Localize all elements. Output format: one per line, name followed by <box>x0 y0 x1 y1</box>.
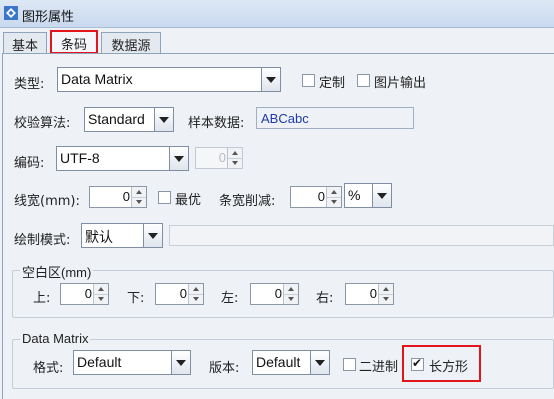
format-label: 格式: <box>33 361 64 376</box>
encoding-select[interactable]: UTF-8 <box>56 146 189 171</box>
bar-reduction-label: 条宽削减: <box>219 194 276 209</box>
quiet-bottom-label: 下: <box>127 291 145 306</box>
version-label: 版本: <box>209 361 240 376</box>
app-icon <box>4 6 18 20</box>
unit-select[interactable]: % <box>344 183 392 208</box>
optimal-checkbox[interactable] <box>158 191 171 204</box>
format-select[interactable]: Default <box>73 350 191 375</box>
chevron-down-icon[interactable] <box>143 224 162 247</box>
check-algorithm-select[interactable]: Standard <box>84 107 174 132</box>
encoding-spinner: 0 <box>195 147 243 169</box>
quiet-bottom-spinner[interactable]: 0 <box>155 283 204 305</box>
sample-data-label: 样本数据: <box>188 116 245 131</box>
window-title: 图形属性 <box>22 10 75 25</box>
draw-mode-field <box>169 225 554 246</box>
rectangle-checkbox[interactable] <box>411 356 424 371</box>
chevron-down-icon[interactable] <box>372 184 391 207</box>
line-width-spinner[interactable]: 0 <box>89 186 147 208</box>
chevron-down-icon[interactable] <box>261 68 280 91</box>
chevron-down-icon[interactable] <box>169 147 188 170</box>
quiet-zone-title: 空白区(mm) <box>20 262 94 281</box>
datamatrix-title: Data Matrix <box>20 331 91 346</box>
draw-mode-select[interactable]: 默认 <box>81 223 163 248</box>
tab-barcode[interactable]: 条码 <box>50 30 98 54</box>
type-label: 类型: <box>14 77 45 92</box>
type-select[interactable]: Data Matrix <box>57 67 281 92</box>
quiet-right-spinner[interactable]: 0 <box>345 283 394 305</box>
tab-basic[interactable]: 基本 <box>3 32 47 54</box>
draw-mode-label: 绘制模式: <box>14 233 71 248</box>
binary-label: 二进制 <box>359 360 399 375</box>
chevron-down-icon[interactable] <box>310 351 329 374</box>
quiet-right-label: 右: <box>316 291 334 306</box>
chevron-down-icon[interactable] <box>171 351 190 374</box>
rectangle-label: 长方形 <box>429 360 469 375</box>
custom-label: 定制 <box>319 76 346 91</box>
tab-datasource[interactable]: 数据源 <box>101 32 161 54</box>
quiet-top-label: 上: <box>33 291 51 306</box>
check-algorithm-label: 校验算法: <box>14 116 71 131</box>
optimal-label: 最优 <box>175 193 202 208</box>
binary-checkbox[interactable] <box>343 358 356 371</box>
image-output-label: 图片输出 <box>374 76 427 91</box>
title-bar <box>0 0 554 28</box>
quiet-top-spinner[interactable]: 0 <box>60 283 109 305</box>
encoding-label: 编码: <box>14 156 45 171</box>
chevron-down-icon[interactable] <box>154 108 173 131</box>
quiet-left-spinner[interactable]: 0 <box>250 283 299 305</box>
sample-data-field: ABCabc <box>256 107 414 129</box>
image-output-checkbox[interactable] <box>357 74 370 87</box>
custom-checkbox[interactable] <box>302 74 315 87</box>
line-width-label: 线宽(mm): <box>14 194 80 209</box>
version-select[interactable]: Default <box>252 350 330 375</box>
quiet-left-label: 左: <box>221 291 239 306</box>
bar-reduction-spinner[interactable]: 0 <box>290 186 342 208</box>
